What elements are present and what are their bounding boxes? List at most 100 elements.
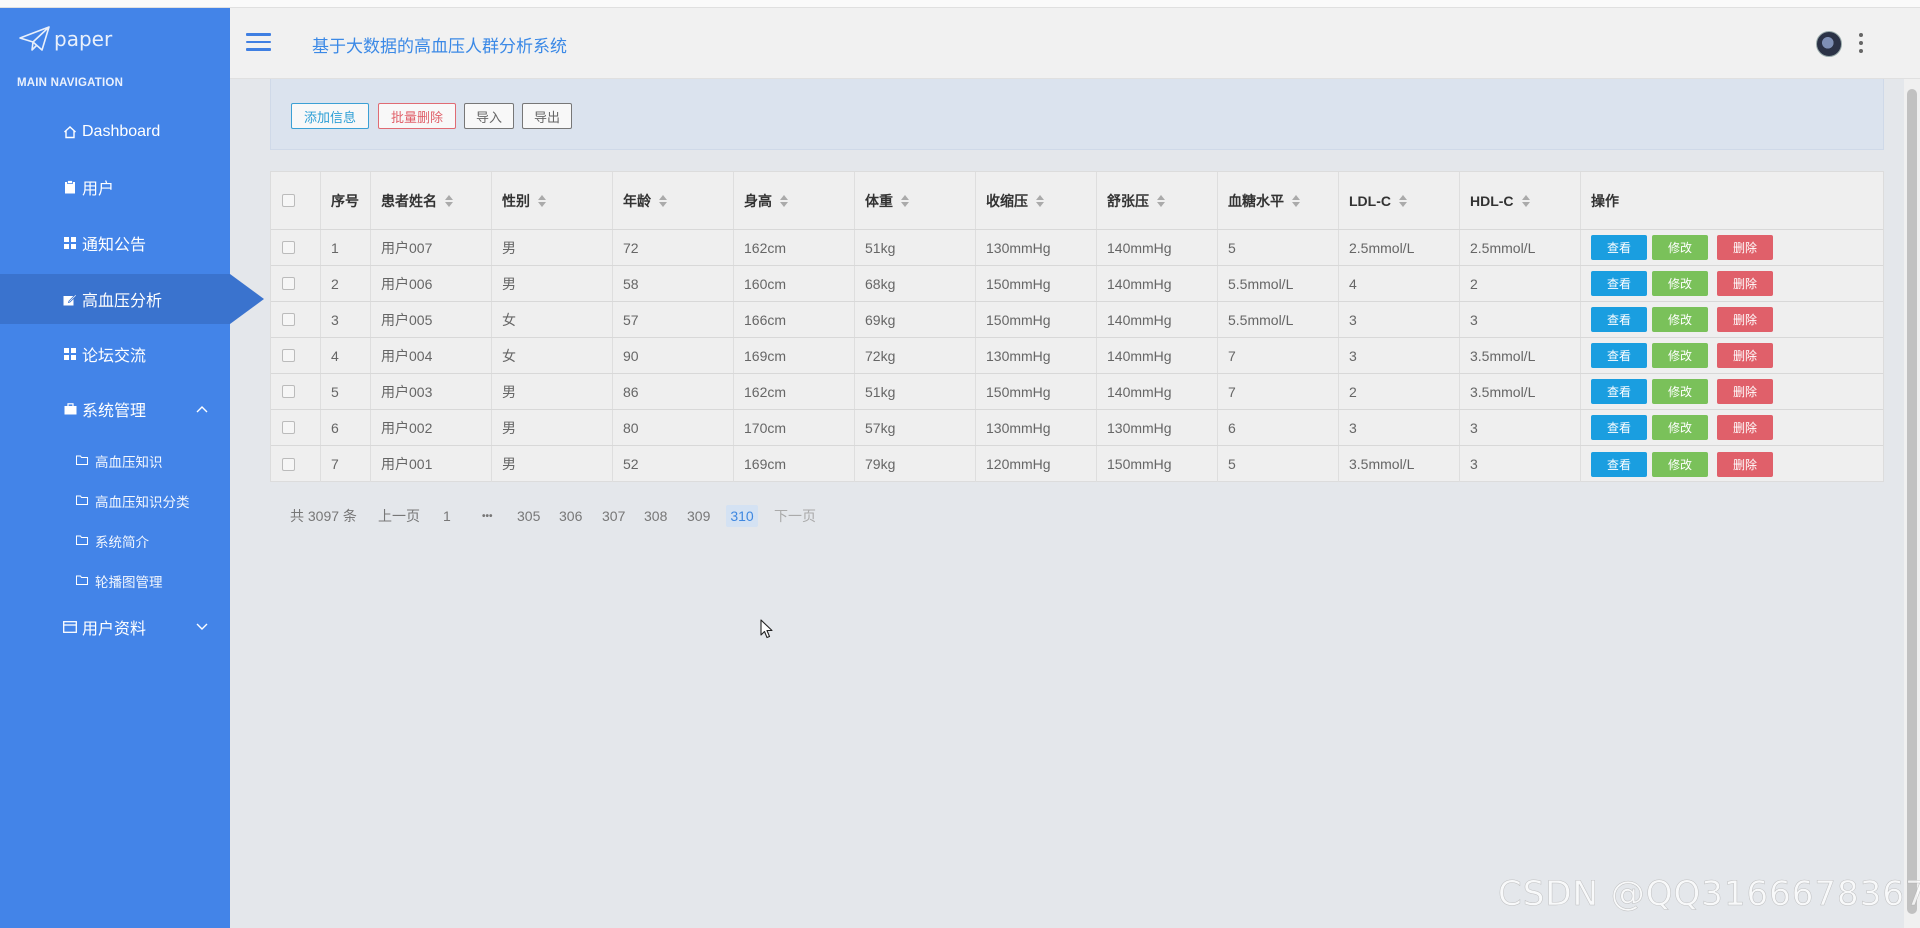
table-cell: 3.5mmol/L [1339, 446, 1460, 482]
column-header[interactable]: 身高 [734, 172, 855, 229]
table-cell: 5 [321, 374, 371, 409]
column-header[interactable]: 年龄 [613, 172, 734, 229]
hamburger-menu-icon[interactable] [246, 33, 271, 53]
export-button[interactable]: 导出 [522, 103, 572, 129]
table-cell: 7 [1218, 338, 1339, 373]
view-button[interactable]: 查看 [1591, 235, 1647, 260]
column-header[interactable]: HDL-C [1460, 172, 1581, 229]
delete-button[interactable]: 删除 [1717, 415, 1773, 440]
edit-button[interactable]: 修改 [1652, 451, 1708, 477]
delete-button[interactable]: 删除 [1717, 235, 1773, 260]
select-all-cell [271, 172, 321, 229]
table-cell: 69kg [855, 302, 976, 337]
table-cell: 2.5mmol/L [1339, 230, 1460, 265]
view-button[interactable]: 查看 [1591, 307, 1647, 332]
top-header: 基于大数据的高血压人群分析系统 [230, 8, 1920, 79]
sort-icon[interactable] [1292, 194, 1300, 207]
edit-button[interactable]: 修改 [1652, 379, 1708, 404]
pagination-ellipsis[interactable]: ••• [482, 505, 493, 527]
table-header-row: 序号 患者姓名 性别 年龄 身高 体重 收缩压 舒张压 血糖水平 LDL-C H… [271, 172, 1883, 230]
pagination-page[interactable]: 306 [559, 505, 582, 527]
sort-icon[interactable] [445, 194, 453, 207]
row-checkbox[interactable] [282, 349, 295, 362]
logo[interactable]: paper [18, 24, 112, 54]
sort-icon[interactable] [780, 194, 788, 207]
edit-button[interactable]: 修改 [1652, 415, 1708, 440]
edit-button[interactable]: 修改 [1652, 343, 1708, 368]
add-info-button[interactable]: 添加信息 [291, 103, 369, 129]
sort-icon[interactable] [659, 194, 667, 207]
delete-button[interactable]: 删除 [1717, 343, 1773, 368]
pagination-prev[interactable]: 上一页 [378, 505, 420, 527]
table-cell: 170cm [734, 410, 855, 445]
sidebar-item-dashboard[interactable]: Dashboard [0, 107, 230, 157]
sort-icon[interactable] [1157, 194, 1165, 207]
sort-icon[interactable] [1521, 194, 1530, 207]
sort-icon[interactable] [1036, 194, 1044, 207]
edit-button[interactable]: 修改 [1652, 235, 1708, 260]
view-button[interactable]: 查看 [1591, 415, 1647, 440]
delete-button[interactable]: 删除 [1717, 379, 1773, 404]
table-cell: 用户005 [371, 302, 492, 337]
delete-button[interactable]: 删除 [1717, 451, 1773, 477]
view-button[interactable]: 查看 [1591, 379, 1647, 404]
sidebar-item-label: 用户资料 [82, 621, 147, 638]
view-button[interactable]: 查看 [1591, 343, 1647, 368]
edit-button[interactable]: 修改 [1652, 271, 1708, 296]
sidebar-item-system-management[interactable]: 系统管理 [0, 384, 230, 434]
table-cell: 140mmHg [1097, 302, 1218, 337]
pagination-page[interactable]: 305 [517, 505, 540, 527]
edit-button[interactable]: 修改 [1652, 307, 1708, 332]
sidebar-subitem-carousel-management[interactable]: 轮播图管理 [0, 563, 230, 599]
edit-icon [63, 292, 77, 306]
delete-button[interactable]: 删除 [1717, 307, 1773, 332]
row-checkbox[interactable] [282, 241, 295, 254]
pagination-page[interactable]: 1 [443, 505, 451, 527]
pagination-current-page[interactable]: 310 [726, 505, 758, 527]
pagination-next[interactable]: 下一页 [774, 505, 816, 527]
pagination-page[interactable]: 308 [644, 505, 667, 527]
import-button[interactable]: 导入 [464, 103, 514, 129]
table-cell: 140mmHg [1097, 374, 1218, 409]
row-checkbox[interactable] [282, 313, 295, 326]
view-button[interactable]: 查看 [1591, 451, 1647, 477]
row-checkbox[interactable] [282, 385, 295, 398]
clipboard-icon [63, 180, 77, 194]
column-header[interactable]: 性别 [492, 172, 613, 229]
more-options-icon[interactable] [1858, 33, 1864, 53]
sidebar-item-users[interactable]: 用户 [0, 162, 230, 212]
sidebar-item-hypertension-analysis[interactable]: 高血压分析 [0, 274, 264, 324]
column-header[interactable]: 体重 [855, 172, 976, 229]
column-header[interactable]: 舒张压 [1097, 172, 1218, 229]
pagination-page[interactable]: 309 [687, 505, 710, 527]
select-all-checkbox[interactable] [282, 194, 295, 207]
sidebar-item-notices[interactable]: 通知公告 [0, 218, 230, 268]
page-top-strip [0, 0, 1920, 8]
row-checkbox[interactable] [282, 457, 295, 471]
sidebar-subitem-system-intro[interactable]: 系统简介 [0, 523, 230, 559]
batch-delete-button[interactable]: 批量删除 [378, 103, 456, 129]
sidebar-subitem-knowledge-category[interactable]: 高血压知识分类 [0, 483, 230, 519]
pagination-page[interactable]: 307 [602, 505, 625, 527]
table-cell: 6 [321, 410, 371, 445]
sort-icon[interactable] [1399, 194, 1407, 207]
sidebar-item-user-profile[interactable]: 用户资料 [0, 602, 230, 652]
row-checkbox[interactable] [282, 277, 295, 290]
row-checkbox[interactable] [282, 421, 295, 434]
sort-icon[interactable] [901, 194, 909, 207]
column-header[interactable]: 患者姓名 [371, 172, 492, 229]
sort-icon[interactable] [538, 194, 546, 207]
column-header[interactable]: 血糖水平 [1218, 172, 1339, 229]
row-select-cell [271, 410, 321, 445]
column-header[interactable]: 收缩压 [976, 172, 1097, 229]
column-header[interactable]: LDL-C [1339, 172, 1460, 229]
view-button[interactable]: 查看 [1591, 271, 1647, 296]
delete-button[interactable]: 删除 [1717, 271, 1773, 296]
table-cell: 57kg [855, 410, 976, 445]
vertical-scrollbar[interactable] [1904, 79, 1920, 928]
avatar[interactable] [1816, 31, 1842, 57]
action-toolbar: 添加信息 批量删除 导入 导出 [270, 79, 1884, 150]
sidebar-item-forum[interactable]: 论坛交流 [0, 329, 230, 379]
sidebar-subitem-hypertension-knowledge[interactable]: 高血压知识 [0, 443, 230, 479]
scrollbar-thumb[interactable] [1907, 89, 1917, 914]
